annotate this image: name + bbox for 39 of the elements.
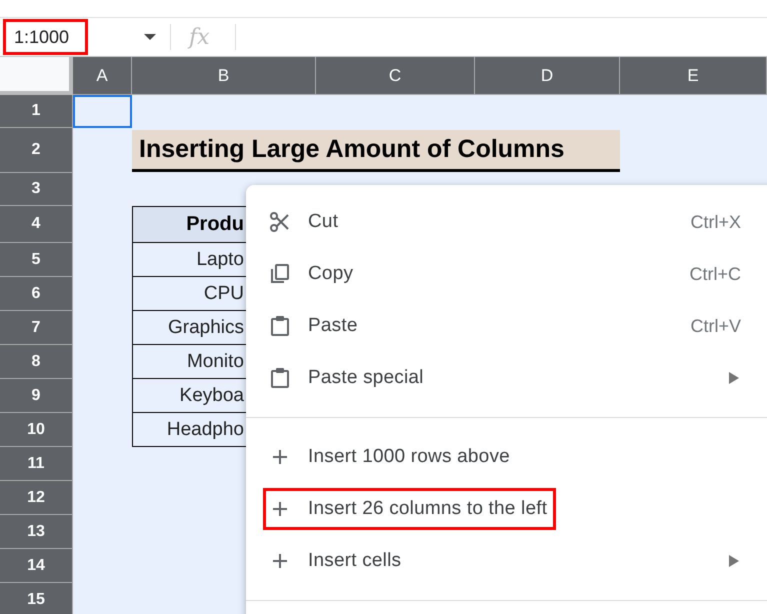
column-header[interactable]: C bbox=[316, 57, 475, 95]
column-header[interactable]: A bbox=[73, 57, 132, 95]
menu-item[interactable]: Copy Ctrl+C bbox=[246, 248, 767, 300]
row-header[interactable]: 1 bbox=[0, 95, 73, 128]
column-header[interactable]: B bbox=[132, 57, 316, 95]
row-header[interactable]: 7 bbox=[0, 311, 73, 345]
active-cell[interactable] bbox=[73, 95, 132, 128]
row-header[interactable]: 3 bbox=[0, 173, 73, 206]
row-header[interactable]: 5 bbox=[0, 243, 73, 277]
row-header[interactable]: 2 bbox=[0, 128, 73, 173]
sheet-title: Inserting Large Amount of Columns bbox=[132, 130, 620, 172]
menu-item[interactable]: Paste special bbox=[246, 352, 767, 404]
row-header[interactable]: 12 bbox=[0, 481, 73, 515]
column-header[interactable]: E bbox=[620, 57, 767, 95]
name-box[interactable]: 1:1000 bbox=[3, 19, 88, 55]
menu-item[interactable]: Insert cells bbox=[246, 535, 767, 587]
row-header[interactable]: 13 bbox=[0, 515, 73, 549]
row-header[interactable]: 8 bbox=[0, 345, 73, 379]
row-header[interactable]: 15 bbox=[0, 583, 73, 614]
fx-label: fx bbox=[189, 24, 211, 50]
shortcut-label: Ctrl+X bbox=[690, 212, 741, 232]
row-header[interactable]: 6 bbox=[0, 277, 73, 311]
column-header[interactable]: D bbox=[475, 57, 620, 95]
menu-item[interactable]: Paste Ctrl+V bbox=[246, 300, 767, 352]
copy-icon bbox=[268, 262, 292, 286]
menu-item[interactable]: Insert 1000 rows above bbox=[246, 431, 767, 483]
row-header[interactable]: 10 bbox=[0, 413, 73, 447]
clipboard-icon bbox=[268, 366, 292, 390]
shortcut-label: Ctrl+V bbox=[690, 316, 741, 336]
shortcut-label: Ctrl+C bbox=[689, 264, 741, 284]
clipboard-icon bbox=[268, 314, 292, 338]
row-header[interactable]: 14 bbox=[0, 549, 73, 583]
dropdown-caret-icon[interactable] bbox=[144, 34, 156, 40]
table-header-cell: Produ bbox=[132, 206, 247, 243]
menu-item[interactable]: Insert 26 columns to the left bbox=[246, 483, 767, 535]
menu-item[interactable]: Cut Ctrl+X bbox=[246, 196, 767, 248]
row-header[interactable]: 9 bbox=[0, 379, 73, 413]
row-header[interactable]: 11 bbox=[0, 447, 73, 481]
row-header[interactable]: 4 bbox=[0, 206, 73, 243]
